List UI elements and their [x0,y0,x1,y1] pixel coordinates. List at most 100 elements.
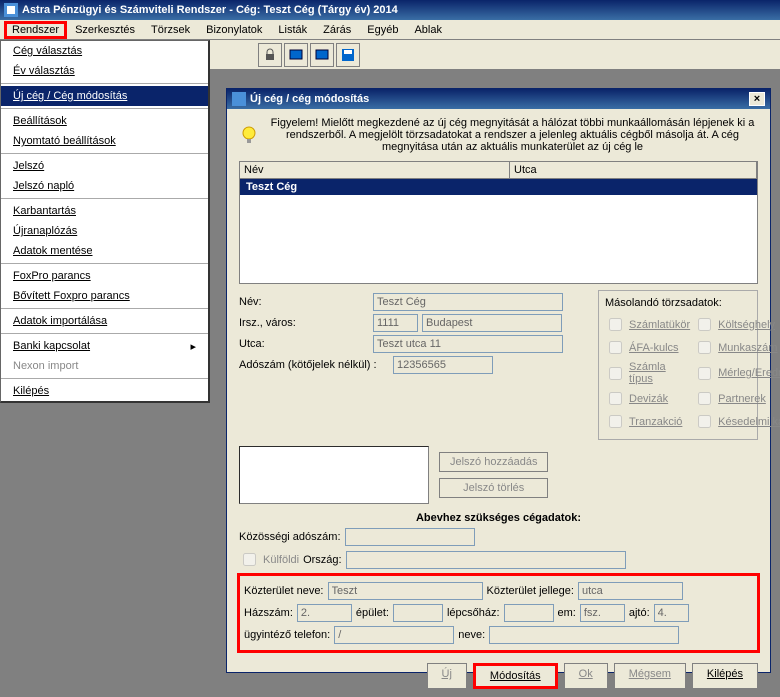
abev-title: Abevhez szükséges cégadatok: [227,512,770,524]
input-neve[interactable] [489,626,679,644]
menu-szerkesztes[interactable]: Szerkesztés [67,22,143,38]
menu-item[interactable]: Újranaplózás [1,221,208,241]
menu-item[interactable]: Nexon import [1,356,208,376]
dialog-titlebar: Új cég / cég módosítás × [227,89,770,109]
col-nev[interactable]: Név [240,162,510,178]
menu-item[interactable]: Banki kapcsolat▸ [1,336,208,356]
menu-item[interactable]: Beállítások [1,111,208,131]
app-icon [4,3,18,17]
menu-bizonylatok[interactable]: Bizonylatok [198,22,270,38]
menu-item[interactable]: Bővített Foxpro parancs [1,286,208,306]
input-irsz[interactable] [373,314,418,332]
copy-title: Másolandó törzsadatok: [605,297,751,309]
menu-item[interactable]: Új cég / Cég módosítás [1,86,208,106]
input-koz-ado[interactable] [345,528,475,546]
list-row-selected[interactable]: Teszt Cég [240,179,757,195]
input-ajto[interactable] [654,604,689,622]
menu-item[interactable]: Jelszó napló [1,176,208,196]
notice-text: Figyelem! Mielőtt megkezdené az új cég m… [267,117,758,153]
copy-checkbox[interactable]: Devizák [605,389,690,408]
input-varos[interactable] [422,314,562,332]
label-lepcso: lépcsőház: [447,607,500,619]
input-kozt-nev[interactable] [328,582,483,600]
lightbulb-icon [239,125,259,145]
menu-torzsek[interactable]: Törzsek [143,22,198,38]
label-nev: Név: [239,296,369,308]
company-list[interactable]: Teszt Cég [239,179,758,284]
menu-item[interactable]: Év választás [1,61,208,81]
dialog-title: Új cég / cég módosítás [250,93,369,105]
menu-ablak[interactable]: Ablak [406,22,450,38]
toolbar-save-icon[interactable] [336,43,360,67]
label-ugyintezo: ügyintéző telefon: [244,629,330,641]
copy-checkbox[interactable]: Munkaszám [694,338,780,357]
label-kozt-jel: Közterület jellege: [487,585,574,597]
menubar: Rendszer Szerkesztés Törzsek Bizonylatok… [0,20,780,40]
label-irsz: Irsz., város: [239,317,369,329]
form-company: Név: Irsz., város: Utca: Adószám (kötője… [239,290,758,440]
copy-groupbox: Másolandó törzsadatok: SzámlatükörKöltsé… [598,290,758,440]
menu-item[interactable]: Cég választás [1,41,208,61]
menu-rendszer[interactable]: Rendszer [4,21,67,39]
input-kozt-jel[interactable] [578,582,683,600]
label-epulet: épület: [356,607,389,619]
menu-item[interactable]: Adatok mentése [1,241,208,261]
menu-listak[interactable]: Listák [270,22,315,38]
copy-checkbox[interactable]: Késedelmi kamat [694,412,780,431]
menu-item[interactable]: Karbantartás [1,201,208,221]
copy-checkbox[interactable]: Számla típus [605,361,690,385]
input-adoszam[interactable] [393,356,493,374]
label-em: em: [558,607,576,619]
copy-checkbox[interactable]: Mérleg/Eredmény [694,361,780,385]
copy-checkbox[interactable]: Tranzakció [605,412,690,431]
label-kulfoldi: Külföldi [263,554,299,566]
btn-uj[interactable]: Új [427,663,467,689]
button-bar: Új Módosítás Ok Mégsem Kilépés [227,655,770,697]
col-utca[interactable]: Utca [510,162,757,178]
highlight-address-block: Közterület neve: Közterület jellege: Ház… [237,573,760,653]
toolbar-screen2-icon[interactable] [310,43,334,67]
btn-megsem[interactable]: Mégsem [614,663,686,689]
label-koz-ado: Közösségi adószám: [239,531,341,543]
input-ugyintezo[interactable] [334,626,454,644]
menu-item[interactable]: Nyomtató beállítások [1,131,208,151]
toolbar-screen1-icon[interactable] [284,43,308,67]
menu-item[interactable]: Jelszó [1,156,208,176]
btn-pw-del[interactable]: Jelszó törlés [439,478,548,498]
menu-egyeb[interactable]: Egyéb [359,22,406,38]
btn-ok[interactable]: Ok [564,663,608,689]
input-nev[interactable] [373,293,563,311]
input-lepcso[interactable] [504,604,554,622]
btn-modositas[interactable]: Módosítás [473,663,558,689]
copy-checkbox[interactable]: ÁFA-kulcs [605,338,690,357]
close-icon[interactable]: × [749,92,765,106]
menu-item[interactable]: Kilépés [1,381,208,401]
menu-zaras[interactable]: Zárás [315,22,359,38]
label-adoszam: Adószám (kötőjelek nélkül) : [239,359,389,371]
input-hazszam[interactable] [297,604,352,622]
list-header: Név Utca [239,161,758,179]
notice-panel: Figyelem! Mielőtt megkezdené az új cég m… [227,109,770,161]
input-em[interactable] [580,604,625,622]
input-orszag[interactable] [346,551,626,569]
copy-checkbox[interactable]: Partnerek [694,389,780,408]
chk-kulfoldi[interactable] [243,553,256,566]
rendszer-dropdown: Cég választásÉv választás Új cég / Cég mó… [0,40,210,403]
dialog-uj-ceg: Új cég / cég módosítás × Figyelem! Mielő… [226,88,771,673]
btn-kilepes[interactable]: Kilépés [692,663,758,689]
dialog-icon [232,92,246,106]
btn-pw-add[interactable]: Jelszó hozzáadás [439,452,548,472]
input-epulet[interactable] [393,604,443,622]
password-list[interactable] [239,446,429,504]
copy-checkbox[interactable]: Költséghely [694,315,780,334]
password-area: Jelszó hozzáadás Jelszó törlés [239,446,758,504]
label-kozt-nev: Közterület neve: [244,585,324,597]
menu-item[interactable]: Adatok importálása [1,311,208,331]
label-ajto: ajtó: [629,607,650,619]
toolbar-lock-icon[interactable] [258,43,282,67]
menu-item[interactable]: FoxPro parancs [1,266,208,286]
input-utca[interactable] [373,335,563,353]
copy-checkbox[interactable]: Számlatükör [605,315,690,334]
label-hazszam: Házszám: [244,607,293,619]
label-orszag: Ország: [303,554,342,566]
